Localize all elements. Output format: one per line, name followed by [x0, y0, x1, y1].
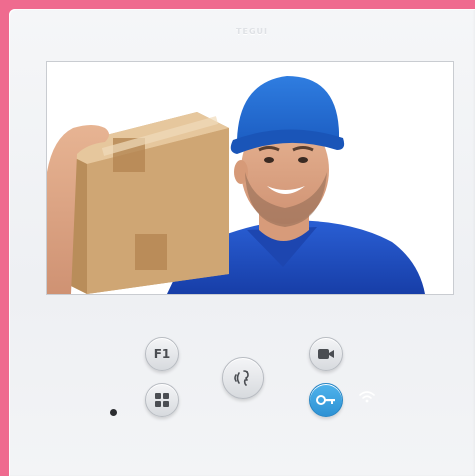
f1-button[interactable]: F1 [145, 337, 179, 371]
intercom-monitor: TEGUI F1 [9, 9, 475, 476]
door-open-button[interactable] [309, 383, 343, 417]
grid-icon [155, 393, 169, 407]
video-feed-image [47, 62, 453, 294]
f1-button-label: F1 [153, 347, 171, 361]
camera-icon [318, 349, 334, 359]
video-screen [46, 61, 454, 295]
talk-icon [234, 370, 249, 386]
microphone-dot [110, 409, 117, 416]
wifi-icon [359, 391, 375, 403]
talk-button[interactable] [222, 357, 264, 399]
brand-logo: TEGUI [236, 27, 268, 36]
menu-button[interactable] [145, 383, 179, 417]
key-icon [316, 395, 335, 405]
camera-button[interactable] [309, 337, 343, 371]
